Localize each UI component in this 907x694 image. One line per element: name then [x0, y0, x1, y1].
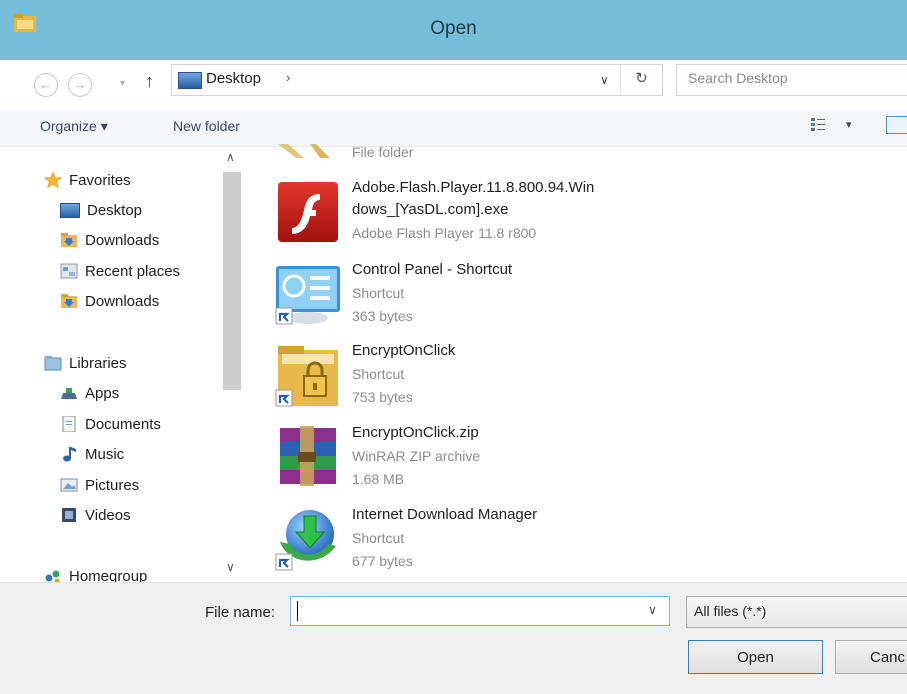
- forward-button[interactable]: →: [68, 73, 92, 97]
- file-size: 677 bytes: [352, 553, 413, 569]
- back-arrow-icon: ←: [39, 77, 53, 92]
- file-name: EncryptOnClick.zip: [352, 424, 479, 441]
- nav-item-pictures[interactable]: Pictures: [60, 473, 139, 497]
- winrar-archive-icon: [280, 426, 336, 486]
- nav-label: Music: [85, 445, 125, 463]
- nav-label: Desktop: [87, 201, 143, 219]
- preview-pane-icon[interactable]: [886, 116, 907, 134]
- change-view-icon[interactable]: [810, 116, 826, 132]
- downloads-folder-icon: [61, 233, 77, 247]
- breadcrumb-chevron-icon[interactable]: ›: [286, 70, 290, 85]
- nav-label: Videos: [85, 506, 131, 524]
- apps-icon: [61, 388, 77, 399]
- nav-label: Downloads: [85, 292, 160, 310]
- file-type: Shortcut: [352, 366, 405, 382]
- refresh-icon: ↻: [635, 70, 648, 87]
- nav-libraries[interactable]: Libraries: [44, 351, 127, 375]
- flash-player-icon: [278, 182, 338, 242]
- back-button[interactable]: ←: [34, 73, 58, 97]
- forward-arrow-icon: →: [73, 77, 87, 92]
- nav-item-documents[interactable]: Documents: [60, 412, 161, 436]
- star-icon: [44, 172, 62, 188]
- file-type-selected: All files (*.*): [694, 603, 767, 619]
- recent-places-icon: [60, 263, 78, 279]
- file-size: 1.68 MB: [352, 471, 405, 487]
- text-cursor: [297, 601, 298, 621]
- window-title: Open: [430, 18, 477, 39]
- file-item-folder-partial[interactable]: [270, 144, 340, 158]
- nav-label: Documents: [85, 415, 161, 433]
- file-type: Shortcut: [352, 530, 405, 546]
- file-name: Adobe.Flash.Player.11.8.800.94.Win: [352, 179, 595, 196]
- documents-icon: [62, 416, 76, 432]
- search-placeholder: Search Desktop: [688, 70, 788, 86]
- nav-label: Apps: [85, 384, 120, 402]
- nav-label: Downloads: [85, 231, 160, 249]
- music-note-icon: [63, 447, 76, 462]
- file-name: Internet Download Manager: [352, 506, 538, 523]
- view-options-chevron-down-icon[interactable]: ▾: [846, 118, 852, 131]
- file-name: EncryptOnClick: [352, 342, 456, 359]
- organize-button[interactable]: Organize ▾: [40, 118, 108, 135]
- nav-item-recent-places[interactable]: Recent places: [60, 259, 180, 283]
- nav-item-music[interactable]: Music: [60, 442, 124, 466]
- desktop-icon: [178, 72, 202, 89]
- nav-item-downloads[interactable]: Downloads: [60, 228, 159, 252]
- file-name-label: File name:: [205, 604, 276, 621]
- nav-label: Favorites: [69, 171, 131, 189]
- nav-favorites[interactable]: Favorites: [44, 168, 131, 192]
- videos-icon: [62, 508, 76, 522]
- nav-item-apps[interactable]: Apps: [60, 381, 119, 405]
- file-name: Control Panel - Shortcut: [352, 261, 513, 278]
- refresh-button[interactable]: ↻: [620, 64, 662, 94]
- up-arrow-icon[interactable]: ↑: [145, 71, 154, 92]
- file-size: 363 bytes: [352, 308, 413, 324]
- control-panel-icon: [275, 266, 340, 325]
- file-type: File folder: [352, 144, 414, 160]
- libraries-icon: [44, 356, 62, 371]
- address-location[interactable]: Desktop: [206, 70, 261, 87]
- scroll-up-chevron-icon[interactable]: ∧: [226, 150, 235, 164]
- file-type: WinRAR ZIP archive: [352, 448, 481, 464]
- cancel-button[interactable]: Canc: [835, 640, 907, 674]
- idm-globe-icon: [275, 510, 336, 571]
- nav-item-desktop[interactable]: Desktop: [60, 198, 142, 222]
- lock-folder-icon: [275, 346, 338, 407]
- scroll-down-chevron-icon[interactable]: ∨: [226, 560, 235, 574]
- recent-locations-chevron-down-icon[interactable]: ▾: [120, 78, 125, 89]
- nav-label: Recent places: [85, 262, 181, 280]
- file-type: Adobe Flash Player 11.8 r800: [352, 225, 537, 241]
- file-name-history-chevron-down-icon[interactable]: ∨: [648, 603, 657, 617]
- open-button[interactable]: Open: [688, 640, 823, 674]
- nav-scrollbar-thumb[interactable]: [223, 172, 241, 390]
- pictures-icon: [60, 478, 78, 492]
- address-history-chevron-down-icon[interactable]: ∨: [600, 73, 609, 87]
- folder-icon: [278, 144, 330, 158]
- file-name-cont: dows_[YasDL.com].exe: [352, 201, 509, 218]
- nav-label: Pictures: [85, 476, 140, 494]
- file-size: 753 bytes: [352, 389, 413, 405]
- nav-label: Libraries: [69, 354, 127, 372]
- new-folder-button[interactable]: New folder: [173, 118, 240, 134]
- command-toolbar: [0, 110, 907, 147]
- file-type: Shortcut: [352, 285, 405, 301]
- nav-item-downloads-2[interactable]: Downloads: [60, 289, 159, 313]
- file-name-input[interactable]: [290, 596, 670, 626]
- nav-item-videos[interactable]: Videos: [60, 503, 131, 527]
- desktop-icon: [60, 202, 80, 218]
- downloads-folder-icon: [61, 294, 77, 308]
